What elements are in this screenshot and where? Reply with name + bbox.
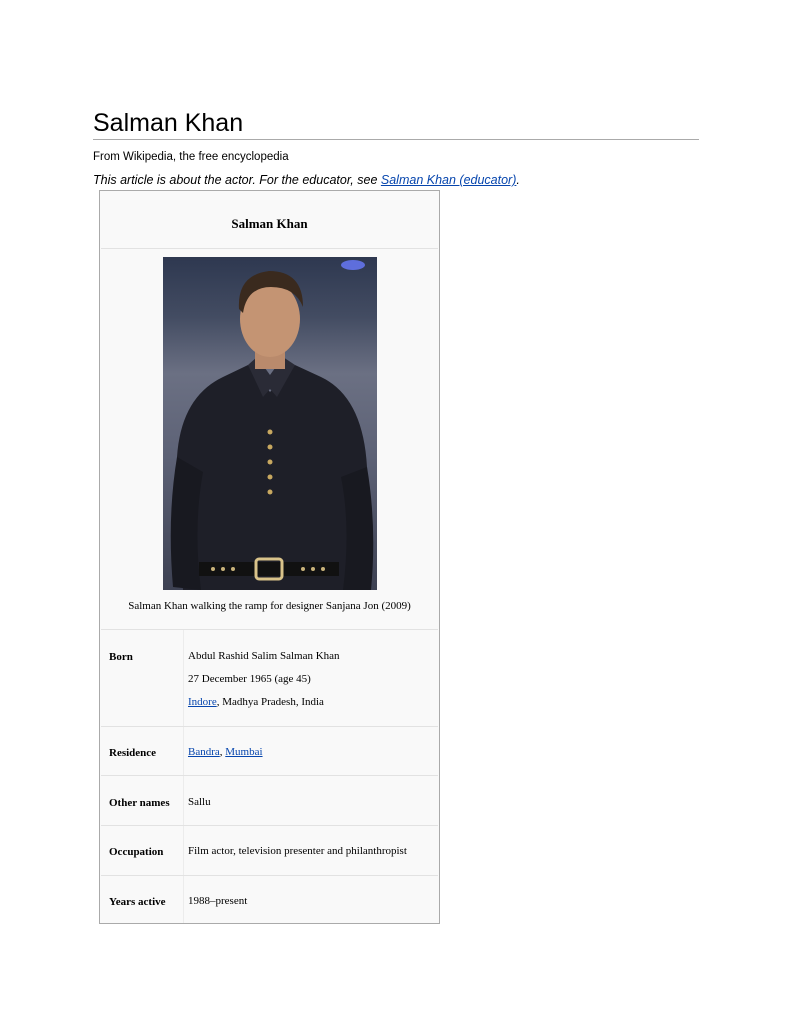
bandra-link[interactable]: Bandra <box>188 746 220 758</box>
column-divider <box>183 727 184 775</box>
infobox-divider <box>101 248 438 249</box>
site-subtitle: From Wikipedia, the free encyclopedia <box>93 151 289 163</box>
column-divider <box>183 876 184 923</box>
infobox-title: Salman Khan <box>231 216 308 231</box>
occupation-value: Film actor, television presenter and phi… <box>188 845 407 857</box>
infobox-divider <box>101 629 438 630</box>
indore-link[interactable]: Indore <box>188 696 217 708</box>
educator-link[interactable]: Salman Khan (educator) <box>381 173 517 187</box>
birth-place: Indore, Madhya Pradesh, India <box>188 691 340 714</box>
column-divider <box>183 630 184 726</box>
hatnote-suffix: . <box>516 173 520 187</box>
image-caption: Salman Khan walking the ramp for designe… <box>128 600 411 612</box>
column-divider <box>183 826 184 875</box>
infobox-divider <box>101 726 438 727</box>
birth-date: 27 December 1965 (age 45) <box>188 673 311 685</box>
mumbai-link[interactable]: Mumbai <box>225 746 262 758</box>
infobox-divider <box>101 875 438 876</box>
years-active-label: Years active <box>109 896 166 908</box>
birth-name: Abdul Rashid Salim Salman Khan <box>188 650 340 662</box>
born-label: Born <box>109 651 133 663</box>
column-divider <box>183 776 184 825</box>
residence-value: Bandra, Mumbai <box>188 741 263 764</box>
portrait-illustration <box>170 260 374 590</box>
birth-place-rest: , Madhya Pradesh, India <box>216 696 324 708</box>
other-names-value: Sallu <box>188 796 211 808</box>
years-active-value: 1988–present <box>188 895 248 907</box>
infobox-divider <box>101 825 438 826</box>
hatnote-prefix: This article is about the actor. For the… <box>93 173 381 187</box>
page-title: Salman Khan <box>93 108 699 140</box>
other-names-label: Other names <box>109 797 170 809</box>
born-value: Abdul Rashid Salim Salman Khan 27 Decemb… <box>188 645 340 714</box>
infobox-divider <box>101 775 438 776</box>
occupation-label: Occupation <box>109 846 164 858</box>
portrait-photo[interactable] <box>163 257 377 590</box>
infobox: Salman Khan Salman Khan walking the ramp… <box>99 190 440 924</box>
residence-label: Residence <box>109 747 157 759</box>
hatnote: This article is about the actor. For the… <box>93 173 520 187</box>
